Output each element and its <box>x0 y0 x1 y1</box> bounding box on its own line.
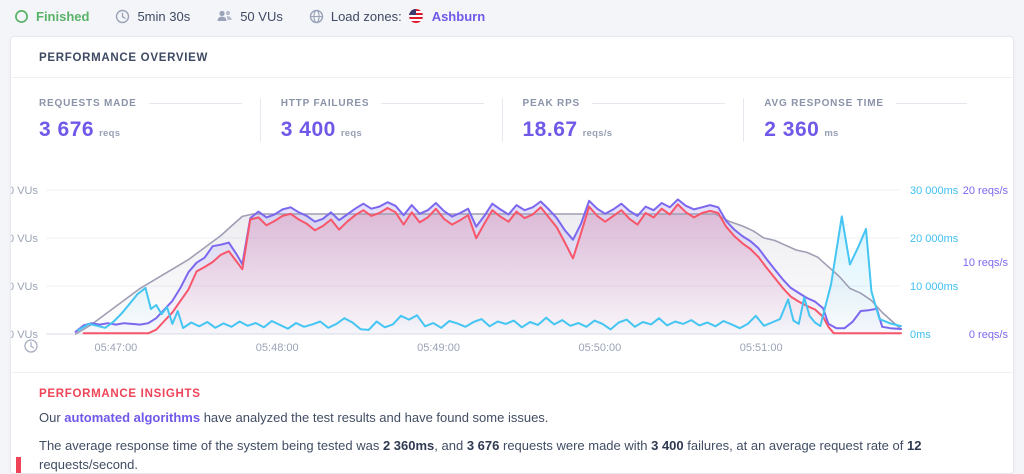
clock-icon <box>115 9 130 24</box>
metric-value: 18.67 reqs/s <box>522 118 613 141</box>
metric-peak-rps: PEAK RPS 18.67 reqs/s <box>501 98 744 142</box>
metric-unit: reqs <box>99 128 121 139</box>
performance-insights: PERFORMANCE INSIGHTS Our automated algor… <box>11 372 1013 473</box>
load-zones: Load zones: Ashburn <box>309 9 485 24</box>
status-label: Finished <box>36 8 90 24</box>
svg-text:20 reqs/s: 20 reqs/s <box>963 185 1009 197</box>
metric-value: 3 676 reqs <box>39 118 121 141</box>
svg-text:0 reqs/s: 0 reqs/s <box>969 329 1009 341</box>
alert-accent-bar <box>16 457 21 473</box>
svg-text:20 VUs: 20 VUs <box>11 281 38 293</box>
svg-text:0ms: 0ms <box>910 329 931 341</box>
metric-value: 2 360 ms <box>764 118 839 141</box>
chart-canvas: 60 VUs 40 VUs 20 VUs 0 VUs 30 000ms 20 000ms 1… <box>11 185 1009 354</box>
status-finished: Finished <box>14 9 89 24</box>
test-status-bar: Finished 5min 30s 50 VUs Load zones: Ash… <box>0 0 1024 32</box>
us-flag-icon <box>408 9 423 23</box>
metric-http-failures: HTTP FAILURES 3 400 reqs <box>259 98 502 142</box>
globe-icon <box>309 9 324 24</box>
insights-detail: The average response time of the system … <box>39 437 922 472</box>
vus-value: 50 VUs <box>240 8 283 24</box>
test-vus: 50 VUs <box>216 9 283 24</box>
metric-value: 3 400 reqs <box>280 118 363 141</box>
load-zones-label: Load zones: <box>330 8 402 24</box>
label-rule <box>592 103 726 104</box>
svg-text:0 VUs: 0 VUs <box>11 329 38 341</box>
users-icon <box>216 9 233 23</box>
performance-chart: 60 VUs 40 VUs 20 VUs 0 VUs 30 000ms 20 000ms 1… <box>11 169 1013 365</box>
svg-text:05:48:00: 05:48:00 <box>256 342 299 354</box>
metric-label: AVG RESPONSE TIME <box>764 98 884 109</box>
metric-unit: reqs/s <box>582 128 613 139</box>
svg-text:05:51:00: 05:51:00 <box>740 342 783 354</box>
duration-value: 5min 30s <box>137 8 191 24</box>
svg-text:05:49:00: 05:49:00 <box>417 342 460 354</box>
insights-summary: Our automated algorithms have analyzed t… <box>39 410 549 425</box>
metrics-row: REQUESTS MADE 3 676 reqs HTTP FAILURES 3 … <box>11 78 1013 142</box>
card-title: PERFORMANCE OVERVIEW <box>11 37 1013 78</box>
svg-text:20 000ms: 20 000ms <box>910 233 959 245</box>
metric-label: HTTP FAILURES <box>280 98 370 109</box>
finished-ring-icon <box>14 9 29 24</box>
metric-label: REQUESTS MADE <box>39 98 137 109</box>
metric-unit: reqs <box>340 128 363 139</box>
metric-avg-response-time: AVG RESPONSE TIME 2 360 ms <box>743 98 985 142</box>
performance-overview-card: PERFORMANCE OVERVIEW REQUESTS MADE 3 676… <box>10 36 1014 474</box>
metric-label: PEAK RPS <box>522 98 581 109</box>
label-rule <box>148 103 242 104</box>
svg-text:05:50:00: 05:50:00 <box>578 342 621 354</box>
svg-text:10 000ms: 10 000ms <box>910 281 959 293</box>
svg-text:60 VUs: 60 VUs <box>11 185 38 197</box>
svg-text:40 VUs: 40 VUs <box>11 233 38 245</box>
label-rule <box>895 103 967 104</box>
svg-text:10 reqs/s: 10 reqs/s <box>963 257 1009 269</box>
svg-text:30 000ms: 30 000ms <box>910 185 959 197</box>
insights-title: PERFORMANCE INSIGHTS <box>39 388 201 400</box>
test-duration: 5min 30s <box>115 9 190 24</box>
metric-unit: ms <box>824 128 839 139</box>
load-zone-name: Ashburn <box>431 8 486 24</box>
metric-requests-made: REQUESTS MADE 3 676 reqs <box>39 98 260 142</box>
automated-algorithms-link[interactable]: automated algorithms <box>64 410 200 425</box>
label-rule <box>381 103 484 104</box>
svg-text:05:47:00: 05:47:00 <box>94 342 137 354</box>
